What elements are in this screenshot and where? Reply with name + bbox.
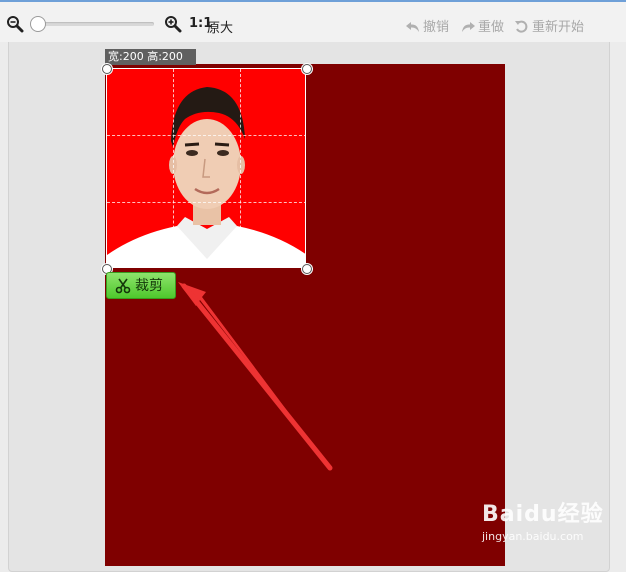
- crop-handle-bottom-right[interactable]: [302, 264, 312, 274]
- zoom-slider-track[interactable]: [34, 22, 154, 26]
- zoom-slider-handle[interactable]: [30, 16, 46, 32]
- crop-guide-vertical: [240, 69, 241, 267]
- crop-guide-horizontal: [107, 202, 305, 203]
- restart-icon: [515, 20, 528, 33]
- redo-icon: [462, 22, 475, 32]
- crop-guide-horizontal: [107, 135, 305, 136]
- crop-guide-vertical: [173, 69, 174, 267]
- crop-handle-top-left[interactable]: [102, 64, 112, 74]
- redo-label: 重做: [478, 20, 505, 35]
- toolbar: 1:1 原大 撤销 重做 重新开始: [0, 2, 626, 42]
- zoom-out-icon[interactable]: [6, 15, 24, 33]
- watermark-logo: Baidu经验: [482, 502, 604, 527]
- restart-button[interactable]: 重新开始: [514, 16, 584, 35]
- zoom-in-icon[interactable]: [164, 15, 182, 33]
- scissors-icon: [115, 278, 131, 294]
- crop-size-badge: 宽:200 高:200: [105, 49, 196, 65]
- undo-label: 撤销: [423, 20, 450, 35]
- crop-button-label: 裁剪: [135, 278, 163, 294]
- undo-icon: [406, 22, 419, 32]
- undo-button[interactable]: 撤销: [405, 16, 449, 35]
- actual-size-label[interactable]: 原大: [207, 17, 233, 36]
- restart-label: 重新开始: [532, 20, 585, 35]
- baidu-watermark: Baidu经验 jingyan.baidu.com: [482, 496, 604, 543]
- crop-handle-top-right[interactable]: [302, 64, 312, 74]
- crop-selection[interactable]: [106, 68, 306, 268]
- crop-button[interactable]: 裁剪: [106, 272, 176, 299]
- redo-button[interactable]: 重做: [460, 16, 504, 35]
- portrait-photo: [107, 69, 305, 267]
- watermark-url: jingyan.baidu.com: [482, 530, 584, 543]
